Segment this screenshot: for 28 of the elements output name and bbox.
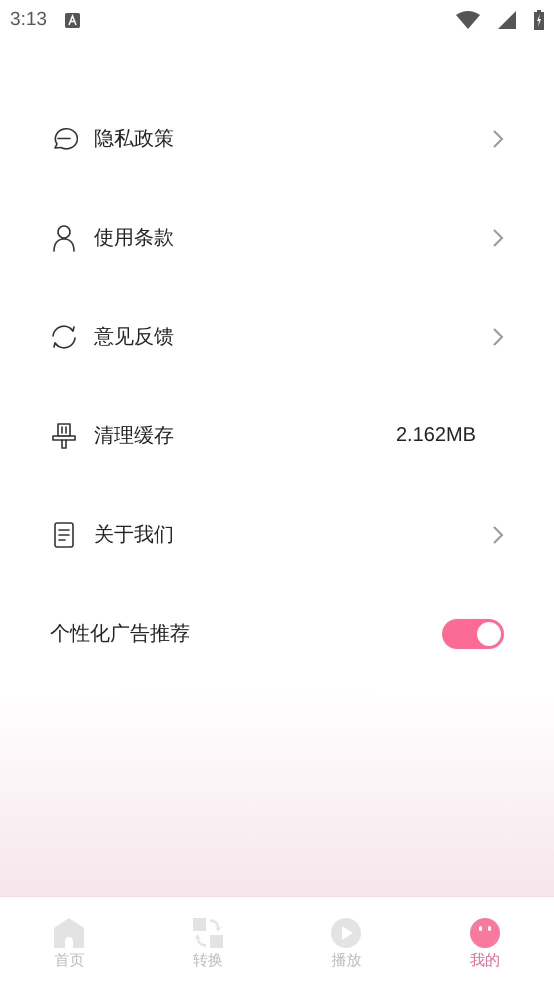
- keyboard-icon: [64, 12, 80, 28]
- brush-icon: [50, 422, 78, 450]
- chevron-right-icon: [492, 524, 504, 544]
- toggle-switch[interactable]: [442, 618, 504, 648]
- chevron-right-icon: [492, 228, 504, 248]
- setting-label: 意见反馈: [94, 323, 175, 350]
- tab-item[interactable]: 首页: [0, 897, 138, 984]
- person-icon: [50, 224, 78, 252]
- tab-item[interactable]: 播放: [277, 897, 416, 984]
- setting-label: 关于我们: [94, 521, 175, 548]
- swap-icon: [192, 917, 224, 949]
- refresh-icon: [50, 322, 78, 350]
- setting-label: 清理缓存: [94, 422, 175, 449]
- status-time: 3:13: [10, 9, 47, 31]
- chevron-right-icon: [492, 128, 504, 148]
- setting-label: 使用条款: [94, 224, 175, 251]
- tab-item[interactable]: 转换: [138, 897, 277, 984]
- chevron-right-icon: [492, 326, 504, 346]
- tab-item[interactable]: 我的: [416, 897, 554, 984]
- battery-icon: [534, 10, 544, 30]
- house-icon: [53, 917, 86, 949]
- face-icon: [468, 917, 501, 949]
- wifi-icon: [456, 11, 480, 29]
- setting-label: 隐私政策: [94, 125, 175, 152]
- setting-label: 个性化广告推荐: [50, 620, 191, 647]
- play-icon: [330, 917, 362, 949]
- signal-icon: [498, 11, 516, 29]
- cache-size: 2.162MB: [396, 424, 476, 447]
